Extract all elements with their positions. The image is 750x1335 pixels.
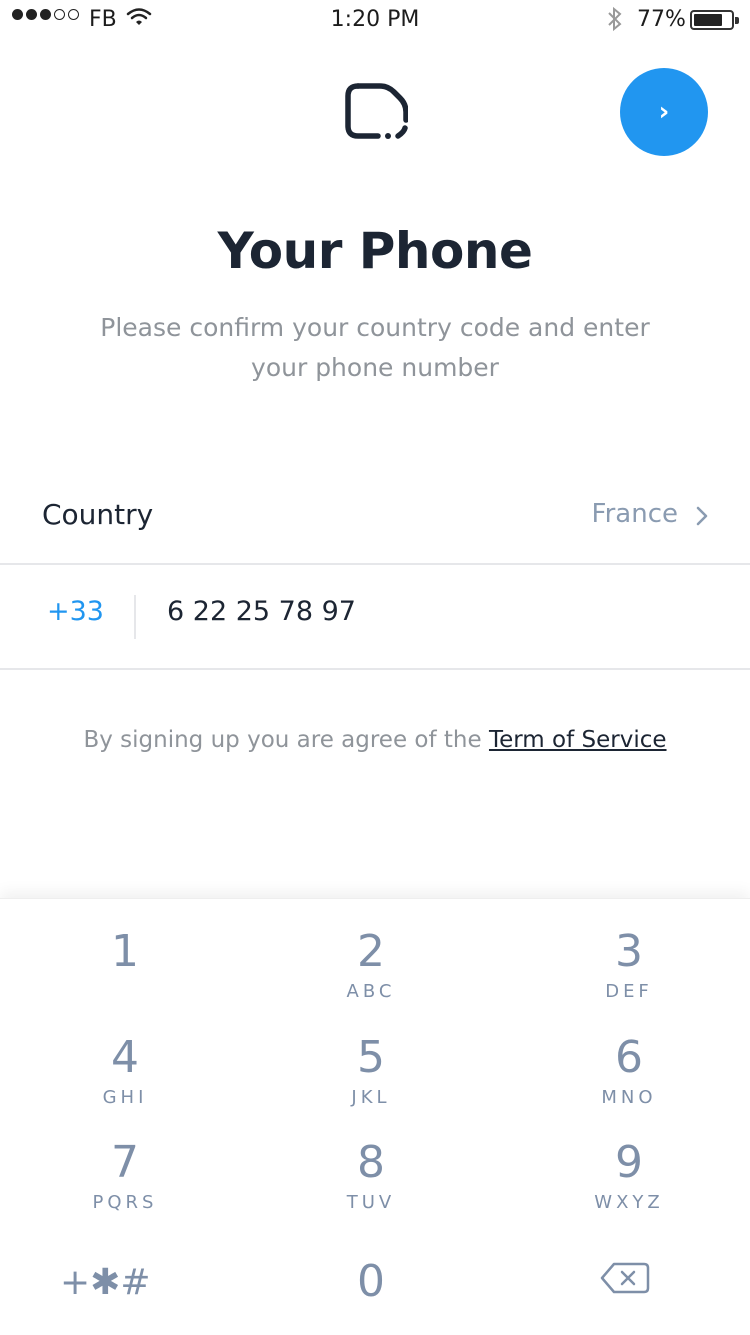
country-selector[interactable]: Country France: [0, 470, 750, 565]
key-letters: MNO: [601, 1087, 657, 1108]
key-letters: TUV: [346, 1192, 396, 1213]
key-digit: 1: [111, 926, 139, 977]
key-digit: 2: [357, 926, 385, 977]
phone-input-row: +33 6 22 25 78 97: [0, 565, 750, 670]
battery-icon: [690, 10, 739, 30]
key-letters: PQRS: [92, 1192, 158, 1213]
key-2[interactable]: 2 ABC: [246, 926, 496, 1003]
key-digit: 8: [357, 1137, 385, 1188]
key-digit: 5: [357, 1032, 385, 1083]
key-digit: 3: [615, 926, 643, 977]
backspace-icon[interactable]: [600, 1261, 650, 1299]
key-9[interactable]: 9 WXYZ: [504, 1137, 750, 1214]
chevron-right-icon: [696, 506, 708, 530]
chevron-right-icon: ›: [658, 97, 670, 127]
page-title: Your Phone: [217, 222, 533, 280]
terms-prefix: By signing up you are agree of the: [83, 727, 489, 753]
key-3[interactable]: 3 DEF: [504, 926, 750, 1003]
battery-percent: 77%: [637, 7, 686, 32]
key-4[interactable]: 4 GHI: [0, 1032, 250, 1109]
key-0[interactable]: 0: [246, 1257, 496, 1307]
country-value: France: [591, 499, 678, 529]
key-7[interactable]: 7 PQRS: [0, 1137, 250, 1214]
key-letters: WXYZ: [594, 1192, 664, 1213]
key-letters: JKL: [351, 1087, 391, 1108]
page-subtitle: Please confirm your country code and ent…: [100, 313, 650, 382]
terms-text: By signing up you are agree of the Term …: [0, 727, 750, 753]
key-digit: 7: [111, 1137, 139, 1188]
next-button[interactable]: ›: [620, 68, 708, 156]
key-digit: 9: [615, 1137, 643, 1188]
key-6[interactable]: 6 MNO: [504, 1032, 750, 1109]
app-logo-icon: [344, 82, 409, 146]
key-5[interactable]: 5 JKL: [246, 1032, 496, 1109]
country-code[interactable]: +33: [47, 596, 104, 627]
key-letters: DEF: [605, 981, 653, 1002]
bluetooth-icon: [606, 6, 624, 38]
key-digit: 0: [357, 1256, 385, 1307]
key-digit: 4: [111, 1032, 139, 1083]
key-digit: 6: [615, 1032, 643, 1083]
status-bar: FB 1:20 PM 77%: [0, 0, 750, 40]
special-chars-key[interactable]: +✱#: [60, 1262, 151, 1303]
country-label: Country: [42, 498, 154, 531]
key-letters: ABC: [346, 981, 396, 1002]
key-8[interactable]: 8 TUV: [246, 1137, 496, 1214]
key-letters: GHI: [102, 1087, 148, 1108]
terms-of-service-link[interactable]: Term of Service: [489, 727, 667, 753]
numeric-keypad: 1 2 ABC 3 DEF 4 GHI 5 JKL 6 MNO 7 PQRS 8…: [0, 898, 750, 1335]
key-1[interactable]: 1: [0, 927, 250, 981]
phone-number-input[interactable]: 6 22 25 78 97: [167, 596, 356, 627]
divider: [134, 595, 136, 639]
